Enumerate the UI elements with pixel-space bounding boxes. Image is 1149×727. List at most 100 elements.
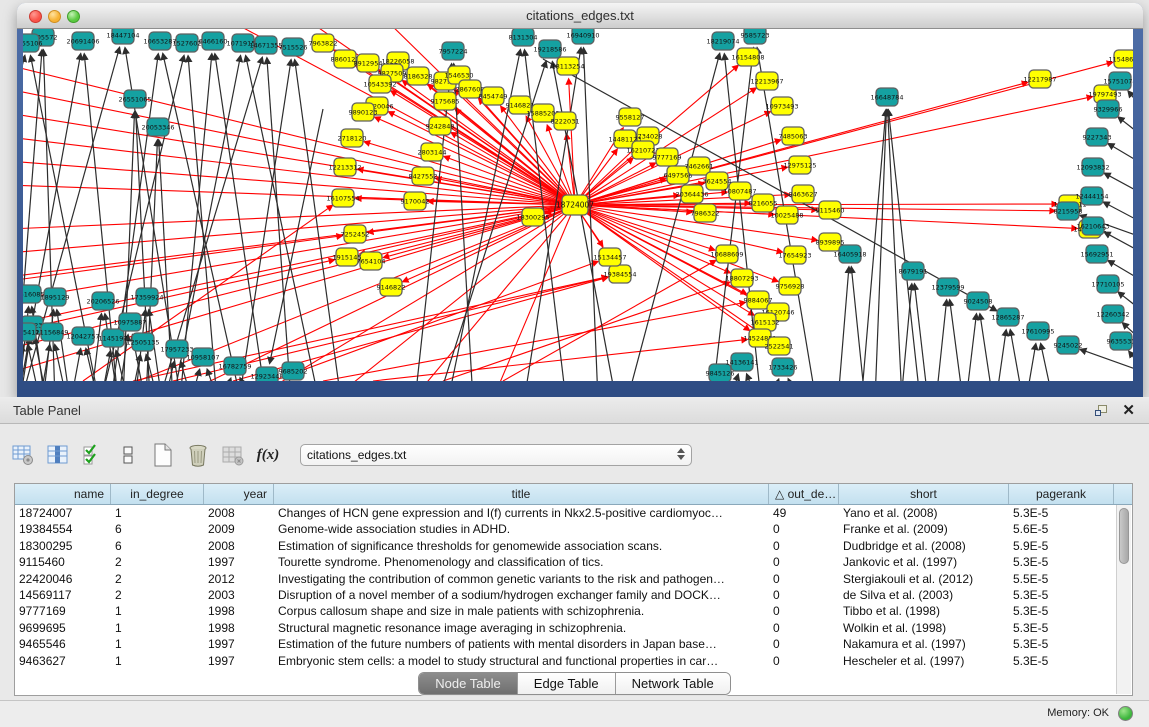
delete-table-button[interactable] <box>185 442 211 468</box>
graph-node-label: 9635533 <box>1107 338 1133 346</box>
table-row[interactable]: 1938455462009Genome-wide association stu… <box>15 521 1132 537</box>
row-height-button[interactable] <box>115 442 141 468</box>
table-row[interactable]: 946362711997Embryonic stem cells: a mode… <box>15 653 1132 669</box>
table-row[interactable]: 946554611997Estimation of the future num… <box>15 636 1132 652</box>
tab-network-table[interactable]: Network Table <box>616 673 730 694</box>
graph-node-label: 2718120 <box>338 135 367 143</box>
tab-node-table[interactable]: Node Table <box>419 673 518 694</box>
graph-node-label: 12213312 <box>328 164 361 172</box>
window-titlebar[interactable]: citations_edges.txt <box>17 3 1143 29</box>
graph-node-label: 12975125 <box>783 162 816 170</box>
table-columns-icon <box>46 443 70 467</box>
table-cell: 0 <box>769 653 839 669</box>
column-header-pagerank[interactable]: pagerank <box>1009 484 1114 504</box>
graph-node-label: 3624554 <box>703 178 732 186</box>
graph-node-label: 12379599 <box>931 284 964 292</box>
table-gear-icon <box>11 443 35 467</box>
table-selector-dropdown[interactable]: citations_edges.txt <box>300 444 692 466</box>
table-cell: 5.5E-5 <box>1009 571 1114 587</box>
table-row[interactable]: 1456911722003Disruption of a novel membe… <box>15 587 1132 603</box>
table-row[interactable]: 911546021997Tourette syndrome. Phenomeno… <box>15 554 1132 570</box>
table-cell: 2009 <box>204 521 274 537</box>
graph-node-label: 20364436 <box>675 191 708 199</box>
graph-node-label: 12260342 <box>1096 311 1129 319</box>
memory-status-indicator[interactable] <box>1118 706 1133 721</box>
column-header-out_de[interactable]: △ out_de… <box>769 484 839 504</box>
graph-node-label: 7515526 <box>279 44 308 52</box>
graph-node-label: 12505135 <box>126 339 159 347</box>
new-table-button[interactable] <box>150 442 176 468</box>
table-row[interactable]: 1872400712008Changes of HCN gene express… <box>15 505 1132 521</box>
graph-node-label: 8912954 <box>354 60 383 68</box>
table-row[interactable]: 1830029562008Estimation of significance … <box>15 538 1132 554</box>
column-header-name[interactable]: name <box>15 484 111 504</box>
graph-node-label: 2655106 <box>23 40 42 48</box>
table-cell: 18300295 <box>15 538 111 554</box>
graph-node-label: 8215958 <box>1054 208 1083 216</box>
table-cell: 5.3E-5 <box>1009 636 1114 652</box>
table-cell: 1998 <box>204 620 274 636</box>
table-cell: 5.3E-5 <box>1009 603 1114 619</box>
table-row[interactable]: 969969511998Structural magnetic resonanc… <box>15 620 1132 636</box>
table-cell: Tourette syndrome. Phenomenology and cla… <box>274 554 769 570</box>
graph-node-label: 9585723 <box>741 32 770 40</box>
select-all-button[interactable] <box>80 442 106 468</box>
graph-node-label: 1895129 <box>41 294 70 302</box>
graph-node-label: 9170042 <box>401 198 430 206</box>
graph-node-label: 15134457 <box>593 254 626 262</box>
graph-node-label: 1145197 <box>99 335 128 343</box>
table-row[interactable]: 2242004622012Investigating the contribut… <box>15 571 1132 587</box>
graph-node-label: 8679191 <box>899 268 928 276</box>
checkmarks-icon <box>82 443 104 467</box>
tab-edge-table[interactable]: Edge Table <box>518 673 616 694</box>
network-graph[interactable]: 1872400718300295886012389129541822605898… <box>23 29 1133 381</box>
table-cell: 9777169 <box>15 603 111 619</box>
trash-icon <box>186 442 210 468</box>
node-table: namein_degreeyeartitle△ out_de…shortpage… <box>14 483 1133 696</box>
graph-node-label: 7957224 <box>439 48 468 56</box>
table-cell: Stergiakouli et al. (2012) <box>839 571 1009 587</box>
table-cell: Hescheler et al. (1997) <box>839 653 1009 669</box>
graph-node-label: 7986322 <box>691 210 720 218</box>
table-cell: 6 <box>111 521 204 537</box>
graph-node-label: 9884067 <box>744 297 773 305</box>
table-row[interactable]: 977716911998Corpus callosum shape and si… <box>15 603 1132 619</box>
table-cell: 9465546 <box>15 636 111 652</box>
close-panel-icon[interactable]: ✕ <box>1122 403 1135 418</box>
table-cell: 0 <box>769 521 839 537</box>
table-cell: Embryonic stem cells: a model to study s… <box>274 653 769 669</box>
table-cell: 5.9E-5 <box>1009 538 1114 554</box>
graph-node-label: 26551065 <box>118 96 151 104</box>
table-cell: 1997 <box>204 636 274 652</box>
table-panel-title: Table Panel <box>13 403 81 418</box>
graph-node-label: 20691406 <box>66 38 99 46</box>
table-options-button[interactable] <box>10 442 36 468</box>
table-cell: 9115460 <box>15 554 111 570</box>
table-cell: 49 <box>769 505 839 521</box>
graph-node-label: 17957233 <box>160 346 193 354</box>
table-header-row: namein_degreeyeartitle△ out_de…shortpage… <box>15 484 1132 505</box>
graph-node-label: 9024508 <box>964 298 993 306</box>
show-columns-button[interactable] <box>45 442 71 468</box>
graph-node-label: 18447104 <box>106 32 139 40</box>
column-header-in_degree[interactable]: in_degree <box>111 484 204 504</box>
graph-node-label: 12093832 <box>1076 164 1109 172</box>
import-table-button-disabled <box>220 442 246 468</box>
column-header-year[interactable]: year <box>204 484 274 504</box>
graph-node-label: 8939895 <box>816 239 845 247</box>
graph-node-label: 10025488 <box>770 212 803 220</box>
table-cell: 1 <box>111 603 204 619</box>
column-header-title[interactable]: title <box>274 484 769 504</box>
table-cell: 9699695 <box>15 620 111 636</box>
column-header-short[interactable]: short <box>839 484 1009 504</box>
graph-node-label: 2522541 <box>765 343 794 351</box>
graph-node-label: 18300295 <box>516 214 549 222</box>
float-panel-icon[interactable] <box>1095 405 1108 417</box>
graph-node-label: 18807293 <box>725 275 758 283</box>
function-builder-button[interactable]: f(x) <box>255 442 281 468</box>
graph-node-label: 8222031 <box>551 118 580 126</box>
scrollbar-thumb[interactable] <box>1119 508 1129 564</box>
network-canvas[interactable]: 1872400718300295886012389129541822605898… <box>23 29 1133 381</box>
table-vertical-scrollbar[interactable] <box>1116 505 1131 694</box>
table-cell: de Silva et al. (2003) <box>839 587 1009 603</box>
